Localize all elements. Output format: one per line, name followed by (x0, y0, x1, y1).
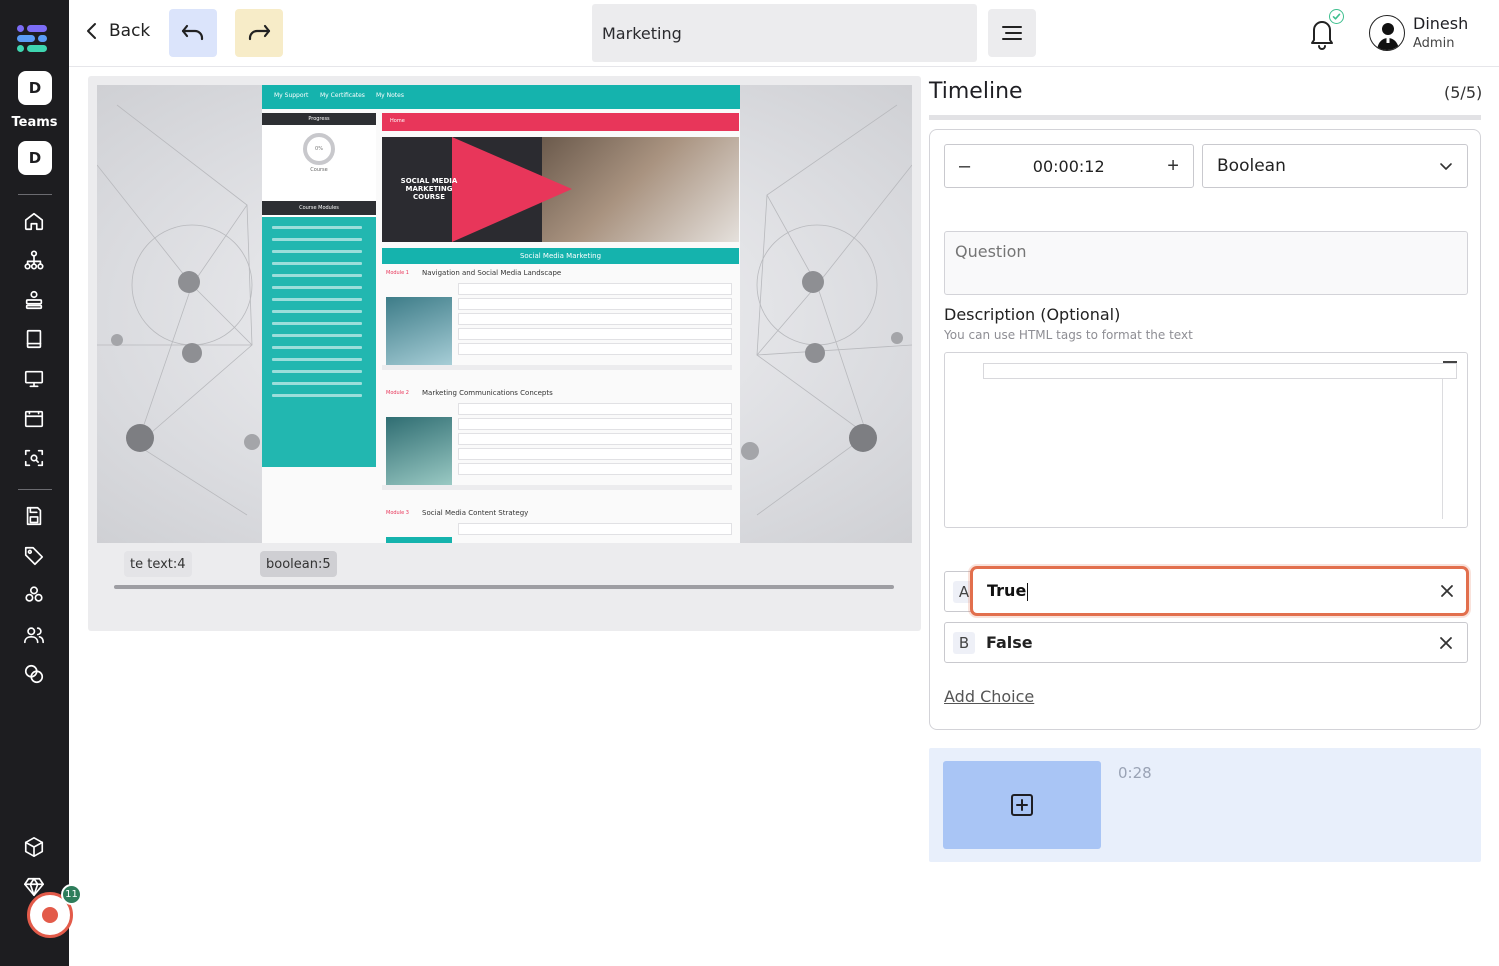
monitor-icon[interactable] (22, 367, 46, 391)
course-top-nav: My Support My Certificates My Notes (262, 85, 740, 109)
course-hero-title: SOCIAL MEDIA MARKETING COURSE (400, 177, 458, 201)
chevron-down-icon (1440, 163, 1452, 170)
module-3-title: Social Media Content Strategy (422, 509, 529, 517)
top-bar: Back Marketing Dinesh Admin (69, 0, 1499, 67)
choice-a-input[interactable]: True (970, 566, 1469, 616)
close-icon (1441, 585, 1453, 597)
book-icon[interactable] (22, 327, 46, 351)
timeline-title: Timeline (929, 79, 1023, 104)
back-button[interactable]: Back (85, 21, 150, 41)
course-breadcrumb-bar: Home (382, 113, 739, 131)
user-avatar[interactable] (1369, 15, 1405, 51)
scan-icon[interactable] (22, 446, 46, 470)
stack-icon[interactable] (22, 288, 46, 312)
calendar-window-icon[interactable] (22, 407, 46, 431)
editor-toolbar (983, 363, 1457, 379)
user-role: Admin (1413, 36, 1455, 51)
progress-caption: Course (310, 167, 328, 173)
module-1-label: Module 1 (386, 270, 409, 276)
timestamp-value[interactable]: 00:00:12 (1033, 157, 1105, 176)
question-type-value: Boolean (1217, 156, 1286, 176)
undo-icon (181, 24, 204, 41)
choice-b-text: False (986, 633, 1033, 652)
add-question-button[interactable] (943, 761, 1101, 849)
timeline-strip: 0:28 (929, 748, 1481, 862)
marker-chip-boolean[interactable]: boolean:5 (260, 551, 337, 577)
video-frame[interactable]: My Support My Certificates My Notes Prog… (97, 85, 912, 543)
components-icon[interactable] (22, 583, 46, 607)
org-chart-icon[interactable] (22, 248, 46, 272)
choice-b-letter: B (953, 632, 975, 654)
timestamp-stepper: – 00:00:12 + (944, 144, 1194, 188)
users-icon[interactable] (22, 623, 46, 647)
editor-collapse-icon[interactable] (1443, 361, 1457, 363)
coins-icon[interactable] (22, 662, 46, 686)
text-caret (1027, 582, 1029, 601)
time-decrement-button[interactable]: – (959, 155, 970, 178)
strip-timestamp: 0:28 (1118, 764, 1152, 782)
video-preview-panel: My Support My Certificates My Notes Prog… (88, 76, 921, 631)
question-editor-card: – 00:00:12 + Boolean Description (Option… (929, 129, 1481, 730)
record-dot-icon (42, 907, 58, 923)
package-icon[interactable] (22, 835, 46, 859)
choice-b[interactable]: B False (944, 622, 1468, 663)
undo-button[interactable] (169, 9, 217, 57)
notification-check-icon (1329, 9, 1344, 24)
course-screen-recording: My Support My Certificates My Notes Prog… (262, 85, 740, 543)
timeline-scrubber[interactable] (114, 585, 894, 589)
save-icon[interactable] (22, 504, 46, 528)
back-label: Back (109, 21, 151, 41)
course-modules-list (262, 217, 376, 467)
team-avatar-top[interactable]: D (18, 71, 52, 105)
question-input[interactable] (944, 231, 1468, 295)
plus-square-icon (1011, 794, 1033, 816)
remove-choice-b-button[interactable] (1435, 632, 1457, 654)
progress-header: Progress (262, 113, 376, 125)
course-modules-header: Course Modules (262, 201, 376, 215)
question-type-select[interactable]: Boolean (1202, 144, 1468, 188)
module-2-title: Marketing Communications Concepts (422, 389, 553, 397)
course-title-band: Social Media Marketing (382, 248, 739, 264)
sidebar-divider-2 (18, 489, 52, 490)
record-count-badge: 11 (61, 884, 82, 905)
home-icon[interactable] (22, 209, 46, 233)
close-icon (1440, 637, 1452, 649)
timeline-divider (929, 115, 1481, 120)
marker-chip-text[interactable]: te text:4 (124, 551, 192, 577)
course-hero-image: SOCIAL MEDIA MARKETING COURSE (382, 137, 739, 242)
add-choice-link[interactable]: Add Choice (944, 687, 1034, 706)
choice-a-text: True (987, 581, 1027, 600)
hamburger-menu-icon (1002, 26, 1022, 40)
redo-button[interactable] (235, 9, 283, 57)
teams-label: Teams (11, 115, 58, 130)
remove-choice-a-button[interactable] (1436, 580, 1458, 602)
tag-icon[interactable] (22, 544, 46, 568)
chevron-left-icon (87, 23, 96, 39)
course-sidebar: Progress 0% Course Course Modules (262, 113, 376, 467)
menu-button[interactable] (988, 9, 1036, 57)
course-breadcrumb: Home (390, 118, 405, 124)
description-label: Description (Optional) (944, 305, 1121, 324)
team-avatar[interactable]: D (18, 141, 52, 175)
app-logo-icon[interactable] (16, 24, 48, 54)
nav-my-notes: My Notes (376, 92, 404, 99)
editor-scrollbar[interactable] (1442, 379, 1443, 519)
module-3-label: Module 3 (386, 510, 409, 516)
module-1-title: Navigation and Social Media Landscape (422, 269, 562, 277)
description-hint: You can use HTML tags to format the text (944, 328, 1193, 342)
progress-ring: 0% (303, 133, 335, 165)
module-2-label: Module 2 (386, 390, 409, 396)
redo-icon (248, 24, 271, 41)
time-increment-button[interactable]: + (1167, 155, 1179, 178)
sidebar-divider (18, 194, 52, 195)
timeline-count: (5/5) (1444, 83, 1483, 102)
left-sidebar: D Teams D (0, 0, 69, 966)
user-name: Dinesh (1413, 14, 1469, 33)
description-editor[interactable] (944, 352, 1468, 528)
nav-my-certificates: My Certificates (320, 92, 365, 99)
project-title-input[interactable]: Marketing (592, 4, 977, 62)
nav-my-support: My Support (274, 92, 309, 99)
